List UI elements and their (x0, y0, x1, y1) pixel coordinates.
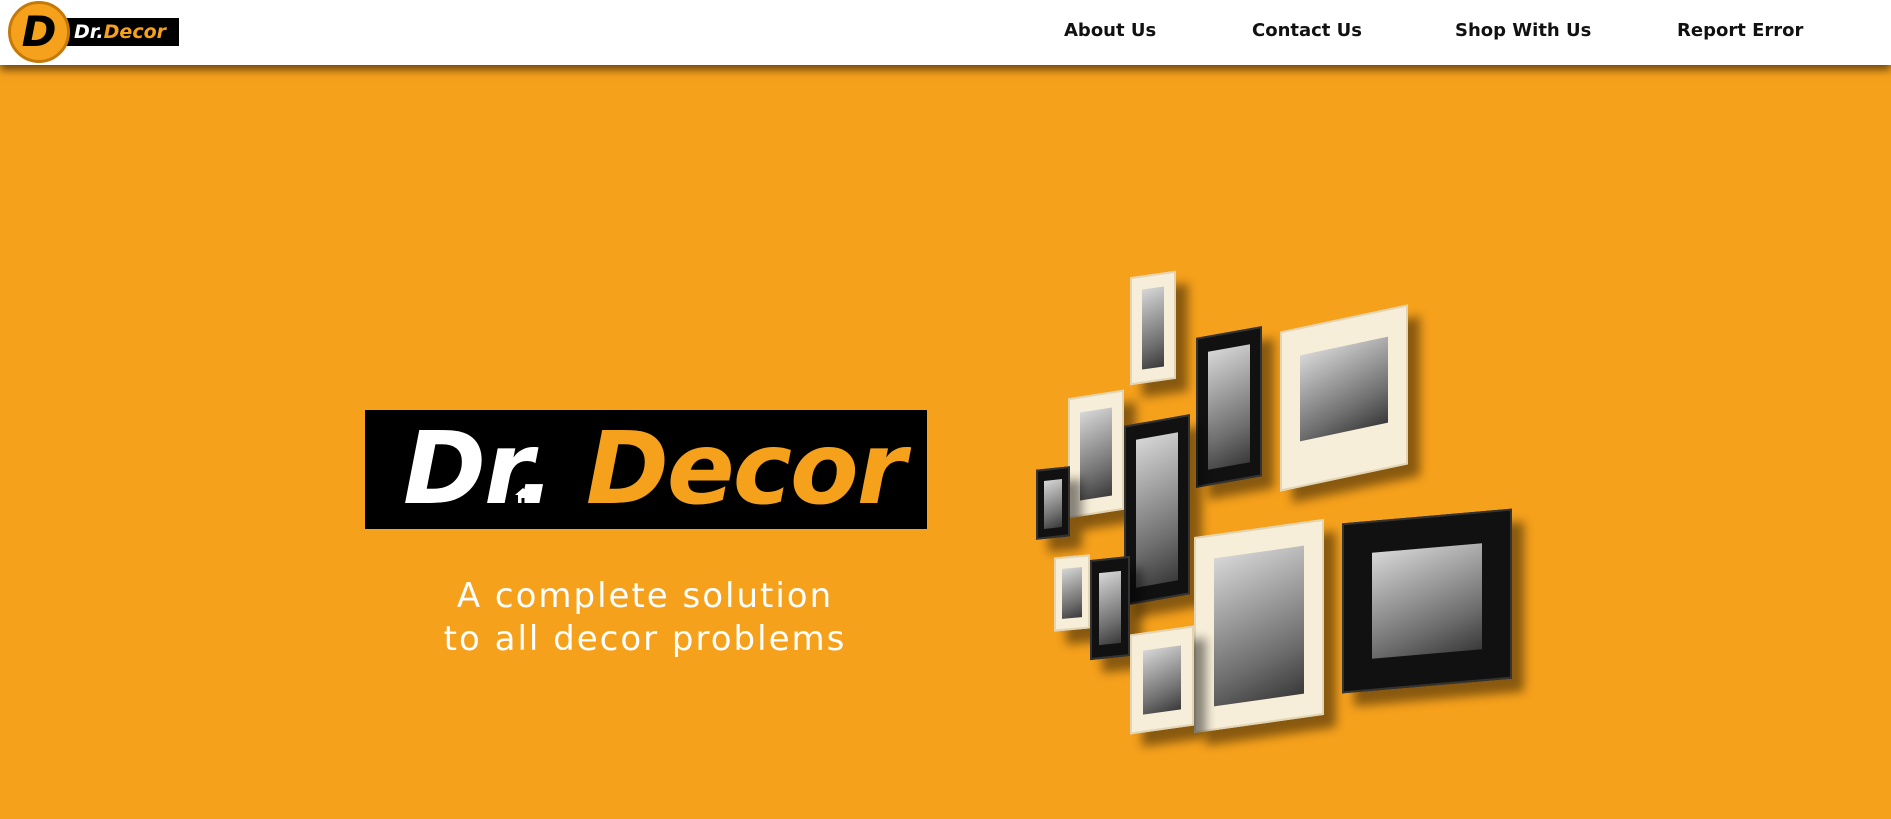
frame (1124, 414, 1190, 606)
site-logo[interactable]: D Dr.Decor (8, 1, 179, 63)
logo-name-part2: Decor (103, 21, 166, 43)
hero-logo: Dr. Decor (365, 410, 927, 529)
picture-frame-collage (1020, 260, 1540, 760)
frame (1194, 518, 1324, 734)
frame (1054, 554, 1090, 632)
frame (1196, 326, 1262, 488)
home-icon (515, 488, 531, 503)
nav-shop-with-us[interactable]: Shop With Us (1455, 19, 1591, 43)
hero-logo-part2: Decor (585, 410, 906, 527)
logo-wordmark: Dr.Decor (66, 18, 179, 46)
nav-report-error[interactable]: Report Error (1677, 19, 1803, 43)
logo-badge: D (8, 1, 70, 63)
frame (1036, 466, 1070, 540)
frame (1130, 625, 1194, 735)
nav-about-us[interactable]: About Us (1064, 19, 1156, 43)
tagline-line-1: A complete solution (456, 576, 834, 616)
frame (1090, 555, 1130, 661)
hero-logo-part1: Dr. (403, 410, 555, 527)
frame (1280, 304, 1408, 492)
hero-tagline: A complete solution to all decor problem… (380, 575, 910, 661)
frame (1342, 508, 1512, 694)
tagline-line-2: to all decor problems (443, 619, 847, 659)
frame (1130, 270, 1176, 386)
hero-logo-text: Dr. Decor (403, 414, 906, 524)
top-navigation-bar: D Dr.Decor About Us Contact Us Shop With… (0, 0, 1891, 65)
logo-name-part1: Dr. (74, 21, 104, 43)
frame (1068, 389, 1124, 519)
logo-letter: D (21, 7, 57, 56)
nav-contact-us[interactable]: Contact Us (1252, 19, 1362, 43)
